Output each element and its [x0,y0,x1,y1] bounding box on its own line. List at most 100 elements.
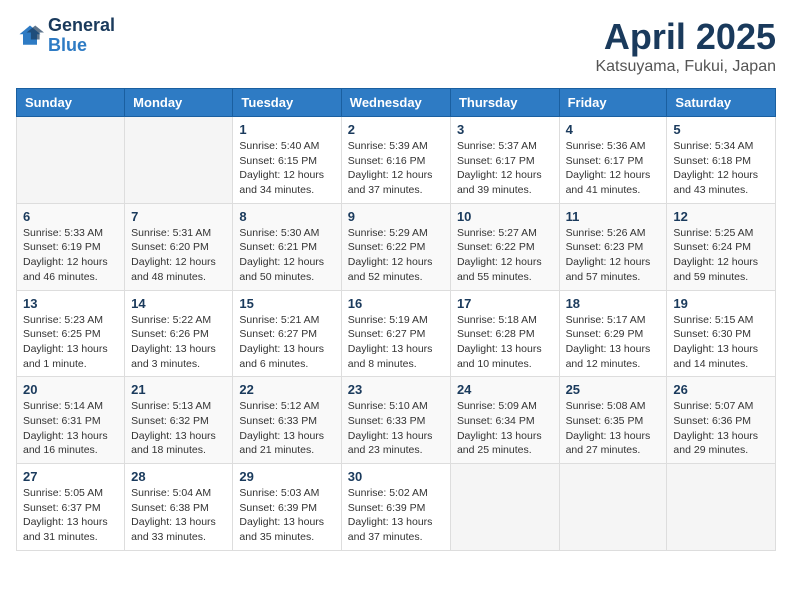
day-number: 16 [348,296,444,311]
day-info: Sunrise: 5:36 AMSunset: 6:17 PMDaylight:… [566,139,661,198]
day-number: 1 [239,122,334,137]
day-info: Sunrise: 5:17 AMSunset: 6:29 PMDaylight:… [566,313,661,372]
day-number: 26 [673,382,769,397]
col-header-tuesday: Tuesday [233,89,341,117]
day-info: Sunrise: 5:30 AMSunset: 6:21 PMDaylight:… [239,226,334,285]
logo-general-text: General [48,16,115,36]
col-header-monday: Monday [125,89,233,117]
calendar-cell [450,464,559,551]
day-info: Sunrise: 5:27 AMSunset: 6:22 PMDaylight:… [457,226,553,285]
calendar-cell: 7 Sunrise: 5:31 AMSunset: 6:20 PMDaylight… [125,203,233,290]
day-info: Sunrise: 5:18 AMSunset: 6:28 PMDaylight:… [457,313,553,372]
day-number: 15 [239,296,334,311]
page-header: General Blue April 2025 Katsuyama, Fukui… [16,16,776,76]
calendar-week-2: 6 Sunrise: 5:33 AMSunset: 6:19 PMDaylight… [17,203,776,290]
month-title: April 2025 [595,16,776,58]
calendar-table: SundayMondayTuesdayWednesdayThursdayFrid… [16,88,776,551]
calendar-cell: 26Sunrise: 5:07 AMSunset: 6:36 PMDayligh… [667,377,776,464]
calendar-cell: 13 Sunrise: 5:23 AMSunset: 6:25 PMDayligh… [17,290,125,377]
title-section: April 2025 Katsuyama, Fukui, Japan [595,16,776,76]
day-number: 28 [131,469,226,484]
calendar-cell: 19 Sunrise: 5:15 AMSunset: 6:30 PMDayligh… [667,290,776,377]
day-info: Sunrise: 5:26 AMSunset: 6:23 PMDaylight:… [566,226,661,285]
location-subtitle: Katsuyama, Fukui, Japan [595,58,776,76]
calendar-cell: 11Sunrise: 5:26 AMSunset: 6:23 PMDayligh… [559,203,667,290]
calendar-cell: 1 Sunrise: 5:40 AMSunset: 6:15 PMDaylight… [233,117,341,204]
calendar-cell: 27Sunrise: 5:05 AMSunset: 6:37 PMDayligh… [17,464,125,551]
day-number: 6 [23,209,118,224]
calendar-cell: 4 Sunrise: 5:36 AMSunset: 6:17 PMDaylight… [559,117,667,204]
calendar-cell: 17 Sunrise: 5:18 AMSunset: 6:28 PMDayligh… [450,290,559,377]
calendar-header-row: SundayMondayTuesdayWednesdayThursdayFrid… [17,89,776,117]
calendar-week-4: 20 Sunrise: 5:14 AMSunset: 6:31 PMDayligh… [17,377,776,464]
calendar-cell: 10 Sunrise: 5:27 AMSunset: 6:22 PMDayligh… [450,203,559,290]
calendar-week-5: 27Sunrise: 5:05 AMSunset: 6:37 PMDayligh… [17,464,776,551]
calendar-cell: 2 Sunrise: 5:39 AMSunset: 6:16 PMDaylight… [341,117,450,204]
calendar-week-1: 1 Sunrise: 5:40 AMSunset: 6:15 PMDaylight… [17,117,776,204]
logo: General Blue [16,16,115,56]
day-number: 27 [23,469,118,484]
day-number: 14 [131,296,226,311]
day-number: 8 [239,209,334,224]
day-info: Sunrise: 5:33 AMSunset: 6:19 PMDaylight:… [23,226,118,285]
day-number: 29 [239,469,334,484]
calendar-cell: 25Sunrise: 5:08 AMSunset: 6:35 PMDayligh… [559,377,667,464]
day-info: Sunrise: 5:23 AMSunset: 6:25 PMDaylight:… [23,313,118,372]
col-header-wednesday: Wednesday [341,89,450,117]
day-info: Sunrise: 5:14 AMSunset: 6:31 PMDaylight:… [23,399,118,458]
calendar-cell: 15 Sunrise: 5:21 AMSunset: 6:27 PMDayligh… [233,290,341,377]
day-number: 3 [457,122,553,137]
calendar-cell [667,464,776,551]
day-number: 7 [131,209,226,224]
day-number: 13 [23,296,118,311]
calendar-cell: 29 Sunrise: 5:03 AMSunset: 6:39 PMDayligh… [233,464,341,551]
calendar-cell: 23 Sunrise: 5:10 AMSunset: 6:33 PMDayligh… [341,377,450,464]
calendar-cell: 8 Sunrise: 5:30 AMSunset: 6:21 PMDaylight… [233,203,341,290]
day-info: Sunrise: 5:31 AMSunset: 6:20 PMDaylight:… [131,226,226,285]
calendar-week-3: 13 Sunrise: 5:23 AMSunset: 6:25 PMDayligh… [17,290,776,377]
day-info: Sunrise: 5:39 AMSunset: 6:16 PMDaylight:… [348,139,444,198]
calendar-cell [559,464,667,551]
day-number: 5 [673,122,769,137]
day-number: 20 [23,382,118,397]
day-number: 21 [131,382,226,397]
calendar-cell: 20 Sunrise: 5:14 AMSunset: 6:31 PMDayligh… [17,377,125,464]
calendar-cell [125,117,233,204]
calendar-cell: 22 Sunrise: 5:12 AMSunset: 6:33 PMDayligh… [233,377,341,464]
col-header-saturday: Saturday [667,89,776,117]
day-number: 22 [239,382,334,397]
calendar-cell: 16 Sunrise: 5:19 AMSunset: 6:27 PMDayligh… [341,290,450,377]
day-number: 17 [457,296,553,311]
day-info: Sunrise: 5:37 AMSunset: 6:17 PMDaylight:… [457,139,553,198]
day-info: Sunrise: 5:40 AMSunset: 6:15 PMDaylight:… [239,139,334,198]
day-number: 24 [457,382,553,397]
calendar-cell: 9Sunrise: 5:29 AMSunset: 6:22 PMDaylight… [341,203,450,290]
day-info: Sunrise: 5:09 AMSunset: 6:34 PMDaylight:… [457,399,553,458]
day-info: Sunrise: 5:13 AMSunset: 6:32 PMDaylight:… [131,399,226,458]
day-number: 10 [457,209,553,224]
day-info: Sunrise: 5:15 AMSunset: 6:30 PMDaylight:… [673,313,769,372]
day-info: Sunrise: 5:21 AMSunset: 6:27 PMDaylight:… [239,313,334,372]
day-info: Sunrise: 5:25 AMSunset: 6:24 PMDaylight:… [673,226,769,285]
day-number: 19 [673,296,769,311]
day-info: Sunrise: 5:19 AMSunset: 6:27 PMDaylight:… [348,313,444,372]
day-number: 9 [348,209,444,224]
day-number: 12 [673,209,769,224]
day-info: Sunrise: 5:10 AMSunset: 6:33 PMDaylight:… [348,399,444,458]
day-number: 4 [566,122,661,137]
day-info: Sunrise: 5:34 AMSunset: 6:18 PMDaylight:… [673,139,769,198]
logo-icon [16,22,44,50]
calendar-cell: 24 Sunrise: 5:09 AMSunset: 6:34 PMDayligh… [450,377,559,464]
day-number: 2 [348,122,444,137]
day-info: Sunrise: 5:04 AMSunset: 6:38 PMDaylight:… [131,486,226,545]
day-number: 23 [348,382,444,397]
calendar-cell: 28 Sunrise: 5:04 AMSunset: 6:38 PMDayligh… [125,464,233,551]
logo-text: General Blue [48,16,115,56]
calendar-cell: 18 Sunrise: 5:17 AMSunset: 6:29 PMDayligh… [559,290,667,377]
day-number: 18 [566,296,661,311]
day-info: Sunrise: 5:12 AMSunset: 6:33 PMDaylight:… [239,399,334,458]
col-header-sunday: Sunday [17,89,125,117]
day-info: Sunrise: 5:03 AMSunset: 6:39 PMDaylight:… [239,486,334,545]
calendar-cell: 6 Sunrise: 5:33 AMSunset: 6:19 PMDaylight… [17,203,125,290]
calendar-cell: 14Sunrise: 5:22 AMSunset: 6:26 PMDayligh… [125,290,233,377]
